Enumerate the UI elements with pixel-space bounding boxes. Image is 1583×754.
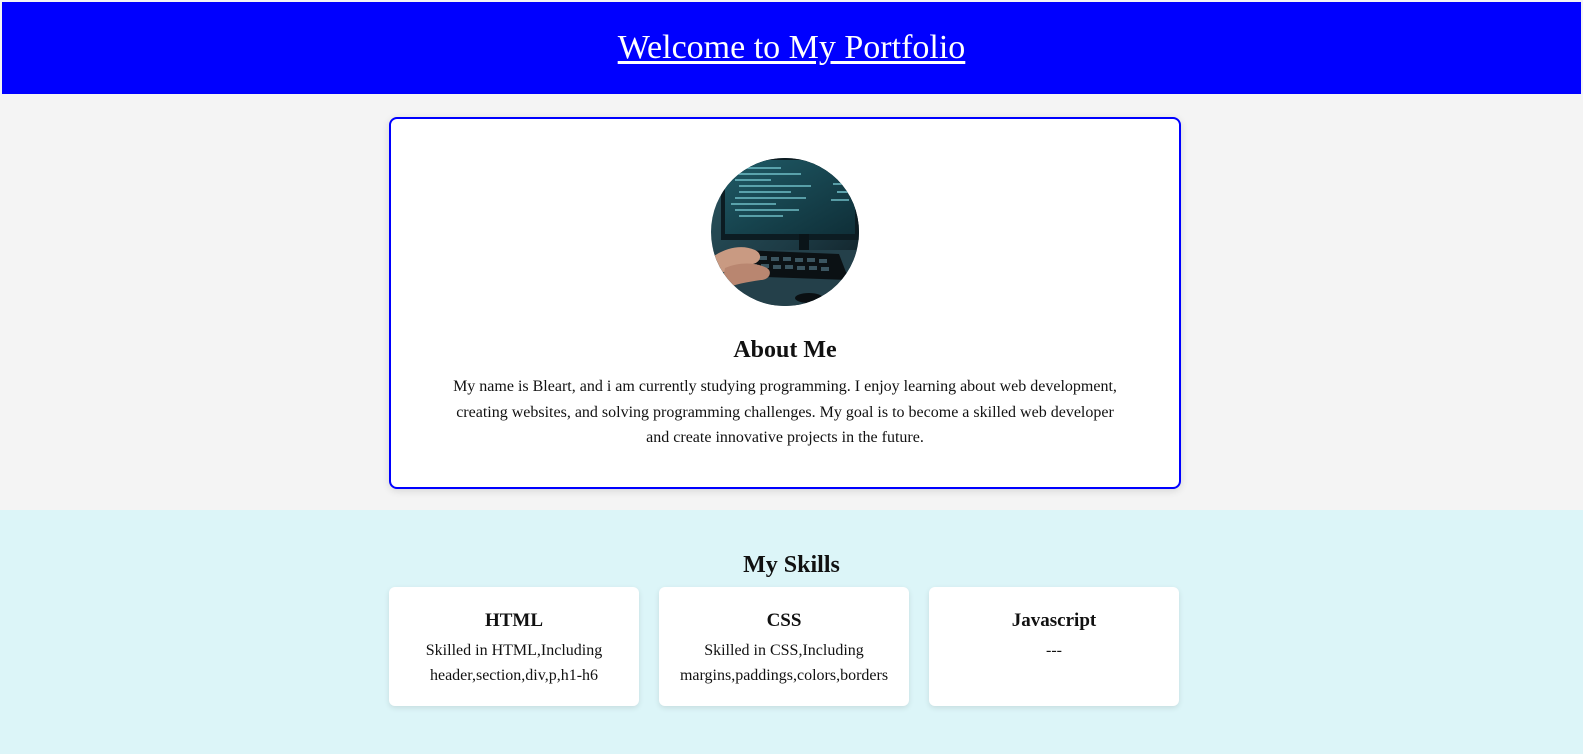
skills-title: My Skills: [743, 552, 840, 578]
site-header: Welcome to My Portfolio: [2, 2, 1581, 94]
header-title-link[interactable]: Welcome to My Portfolio: [618, 29, 966, 67]
skill-description: Skilled in HTML,Including header,section…: [425, 642, 603, 684]
skill-card-html: HTML Skilled in HTML,Including header,se…: [389, 587, 639, 706]
about-text: My name is Bleart, and i am currently st…: [453, 378, 1117, 446]
profile-avatar: [711, 158, 859, 306]
skill-name: Javascript: [1011, 610, 1097, 631]
about-title: About Me: [733, 337, 837, 363]
skill-description: Skilled in CSS,Including margins,padding…: [679, 642, 889, 684]
skill-name: CSS: [766, 610, 802, 631]
skill-name: HTML: [484, 610, 544, 631]
skill-description: ---: [1046, 642, 1062, 659]
skills-section: My Skills HTML Skilled in HTML,Including…: [0, 510, 1583, 754]
skill-card-javascript: Javascript ---: [929, 587, 1179, 706]
about-card: About Me My name is Bleart, and i am cur…: [389, 117, 1181, 489]
laptop-coding-photo-icon: [711, 158, 859, 306]
skill-card-css: CSS Skilled in CSS,Including margins,pad…: [659, 587, 909, 706]
